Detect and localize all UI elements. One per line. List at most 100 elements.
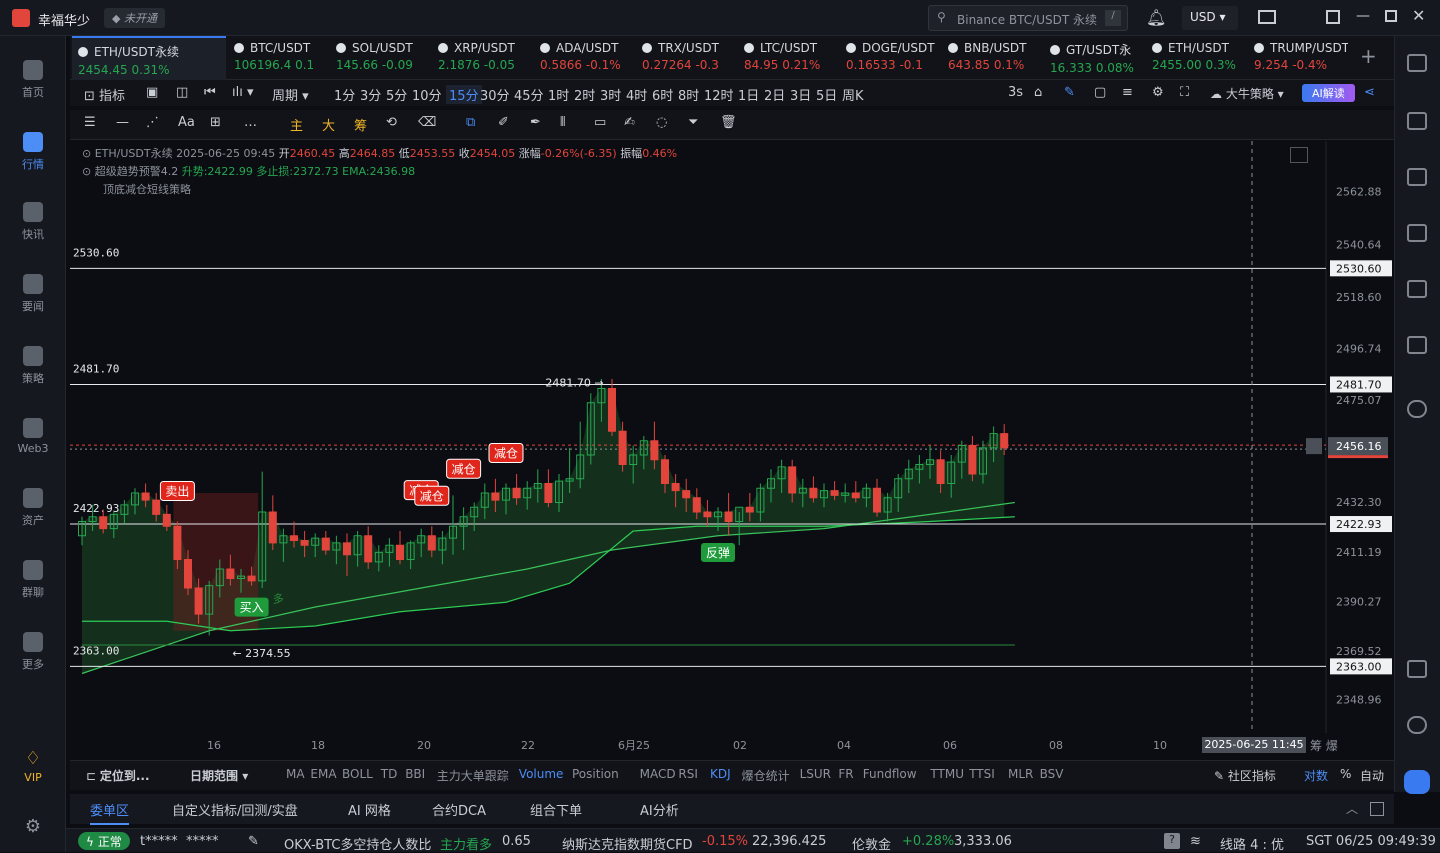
trend-chart-icon[interactable] <box>1407 224 1427 242</box>
symbol-tab[interactable]: SOL/USDT 145.66 -0.09 <box>330 36 430 80</box>
buy-signal-marker[interactable]: 反弹 <box>701 543 735 562</box>
sell-signal-marker[interactable]: 减仓 <box>414 485 450 506</box>
big-order-toggle[interactable]: 大 <box>322 115 335 134</box>
ticker3-name[interactable]: 伦敦金 <box>852 834 891 853</box>
copy-icon[interactable]: ⧉ <box>466 115 475 130</box>
calendar-icon[interactable]: ▣ <box>146 85 158 100</box>
percent-scale-toggle[interactable]: % <box>1340 767 1351 781</box>
interval-15[interactable]: 2日 <box>764 85 785 104</box>
text-tool[interactable]: Aa <box>178 115 195 130</box>
edit-icon[interactable]: ⟲ <box>386 115 397 130</box>
chips-toggle[interactable]: 筹 <box>354 115 367 134</box>
settings-icon[interactable]: ⚙ <box>1152 85 1164 100</box>
candle[interactable] <box>576 421 585 489</box>
interval-8[interactable]: 2时 <box>574 85 595 104</box>
layout-list-icon[interactable] <box>1407 54 1427 72</box>
indicator-tab-10[interactable]: KDJ <box>710 767 731 781</box>
candle[interactable] <box>544 469 553 508</box>
symbol-tab[interactable]: BTC/USDT 106196.4 0.1 <box>228 36 328 80</box>
panel-tab-2[interactable]: AI 网格 <box>348 800 391 819</box>
ticker1-name[interactable]: OKX-BTC多空持仓人数比 <box>284 834 431 853</box>
indicator-tab-13[interactable]: FR <box>838 767 853 781</box>
more-icon[interactable]: … <box>244 115 257 130</box>
headset-icon[interactable] <box>1407 716 1427 734</box>
symbol-tab[interactable]: ETH/USDT 2455.00 0.3% <box>1146 36 1246 80</box>
symbol-tab[interactable]: ETH/USDT永续 2454.45 0.31% <box>72 36 226 80</box>
pen-icon[interactable]: ✒ <box>530 115 541 130</box>
bar-pattern-icon[interactable]: ⫴ <box>560 115 565 130</box>
collapse-icon[interactable]: ⊙ <box>82 165 95 178</box>
interval-18[interactable]: 周K <box>842 85 864 104</box>
membership-badge[interactable]: ◆ 未开通 <box>104 8 165 28</box>
share-icon[interactable]: ⋖ <box>1364 85 1375 100</box>
ticker2-name[interactable]: 纳斯达克指数期货CFD <box>562 834 693 853</box>
sidebar-item-7[interactable]: 群聊 <box>0 560 66 600</box>
interval-5[interactable]: 30分 <box>480 85 510 104</box>
magnet-icon[interactable]: ◌ <box>656 115 667 130</box>
collapse-icon[interactable]: ⊙ <box>82 147 95 160</box>
indicator-tab-16[interactable]: TTSI <box>969 767 995 781</box>
zoom-out-icon[interactable]: 筹 爆 <box>1310 737 1338 754</box>
currency-select[interactable]: USD ▾ <box>1182 6 1238 30</box>
indicator-button[interactable]: ⊡ 指标 <box>84 85 125 104</box>
candle[interactable] <box>268 495 277 550</box>
ruler-icon[interactable]: ⊞ <box>210 115 221 130</box>
document-icon[interactable] <box>1407 112 1427 130</box>
close-icon[interactable]: ✕ <box>1412 6 1425 25</box>
layout-panel-icon[interactable] <box>1407 660 1427 678</box>
panel-tab-3[interactable]: 合约DCA <box>432 800 486 819</box>
interval-13[interactable]: 12时 <box>704 85 734 104</box>
indicator-tab-1[interactable]: EMA <box>310 767 336 781</box>
trash-icon[interactable]: 🗑︎ <box>720 115 737 130</box>
panel-tab-5[interactable]: AI分析 <box>640 800 679 819</box>
interval-9[interactable]: 3时 <box>600 85 621 104</box>
strategy-select[interactable]: ☁ 大牛策略 ▾ <box>1210 85 1284 102</box>
popout-panel-icon[interactable] <box>1370 802 1384 816</box>
pencil-icon[interactable]: ✎ <box>1064 85 1075 100</box>
sell-signal-marker[interactable]: 减仓 <box>446 458 482 479</box>
global-search[interactable]: ⚲ Binance BTC/USDT 永续 / <box>928 5 1128 31</box>
candle[interactable] <box>608 379 616 436</box>
bell-icon[interactable]: 🔔︎ <box>1146 8 1166 27</box>
lock-icon[interactable]: ▭ <box>594 115 606 130</box>
interval-14[interactable]: 1日 <box>738 85 759 104</box>
indicator-tab-6[interactable]: Volume <box>519 767 564 781</box>
brush-icon[interactable]: ✐ <box>498 115 509 130</box>
symbol-tab[interactable]: LTC/USDT 84.95 0.21% <box>738 36 838 80</box>
note-icon[interactable]: ✍ <box>624 115 635 130</box>
indicator-tab-15[interactable]: TTMU <box>930 767 964 781</box>
menu-icon[interactable]: ☰ <box>84 115 96 130</box>
period-select[interactable]: 周期 ▾ <box>272 85 309 104</box>
indicator-tab-2[interactable]: BOLL <box>342 767 373 781</box>
add-tab-icon[interactable]: + <box>1360 44 1377 68</box>
date-range-select[interactable]: 日期范围 ▾ <box>190 767 248 784</box>
indicator-tab-14[interactable]: Fundflow <box>863 767 917 781</box>
symbol-tab[interactable]: GT/USDT永 16.333 0.08% <box>1044 36 1144 80</box>
indicator-tab-5[interactable]: 主力大单跟踪 <box>437 767 509 784</box>
symbol-tab[interactable]: TRX/USDT 0.27264 -0.3 <box>636 36 736 80</box>
sidebar-item-3[interactable]: 要闻 <box>0 274 66 314</box>
sidebar-item-2[interactable]: 快讯 <box>0 202 66 242</box>
main-chart-toggle[interactable]: 主 <box>290 115 303 134</box>
interval-3[interactable]: 10分 <box>412 85 442 104</box>
interval-16[interactable]: 3日 <box>790 85 811 104</box>
sidebar-item-1[interactable]: 行情 <box>0 132 66 172</box>
settings-gear-icon[interactable]: ⚙ <box>0 816 66 837</box>
refresh-icon[interactable] <box>1407 400 1427 418</box>
parallel-lines-icon[interactable]: ⋰ <box>146 115 159 130</box>
indicator-tab-4[interactable]: BBI <box>405 767 425 781</box>
refresh-rate[interactable]: 3s <box>1008 85 1023 100</box>
ai-interpret-button[interactable]: AI解读 <box>1302 84 1355 102</box>
eraser-icon[interactable]: ⌫ <box>418 115 436 130</box>
minimize-icon[interactable]: — <box>1356 8 1370 24</box>
auto-scale-toggle[interactable]: 自动 <box>1360 767 1384 784</box>
help-icon[interactable]: ? <box>1164 833 1180 849</box>
camera-icon[interactable]: ⌂ <box>1034 85 1042 100</box>
monitor-icon[interactable] <box>1407 280 1427 298</box>
symbol-tab[interactable]: BNB/USDT 643.85 0.1% <box>942 36 1042 80</box>
fullscreen-icon[interactable]: ⛶ <box>1180 85 1189 100</box>
sell-signal-marker[interactable]: 卖出 <box>159 481 195 501</box>
sidebar-item-0[interactable]: 首页 <box>0 60 66 100</box>
community-indicator-button[interactable]: ✎ 社区指标 <box>1214 767 1276 784</box>
indicator-tab-9[interactable]: RSI <box>678 767 698 781</box>
